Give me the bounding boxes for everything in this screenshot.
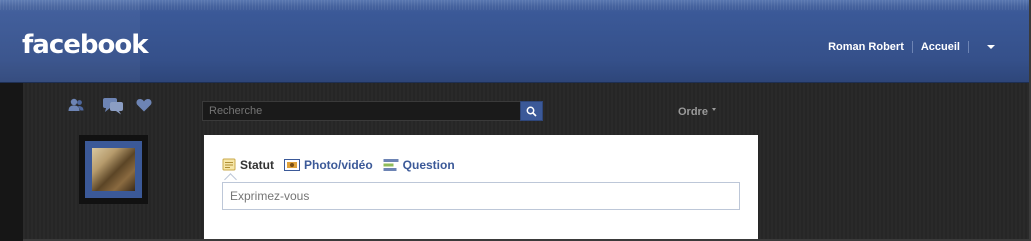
feed-sort-label: Ordre (678, 106, 708, 118)
facebook-logo[interactable]: facebook (22, 30, 149, 60)
tab-status[interactable]: Statut (222, 158, 274, 172)
search-input[interactable] (202, 101, 520, 121)
search-button[interactable] (520, 101, 543, 121)
tab-question[interactable]: Question (383, 158, 455, 172)
tab-question-label: Question (402, 158, 455, 172)
status-input[interactable] (222, 182, 740, 210)
notifications-icon[interactable] (136, 98, 152, 112)
composer-tabs: Statut Photo/vidéo Question (222, 158, 465, 172)
nav-separator (968, 41, 969, 53)
profile-picture-border (85, 141, 142, 198)
top-bar: facebook Roman Robert Accueil (0, 0, 1031, 83)
top-bar-texture (0, 0, 1031, 10)
logo-block[interactable]: facebook (0, 0, 149, 82)
photo-icon (284, 159, 300, 171)
left-margin (0, 83, 23, 241)
tab-photo-video-label: Photo/vidéo (304, 158, 373, 172)
tab-photo-video[interactable]: Photo/vidéo (284, 158, 373, 172)
question-icon (383, 159, 399, 171)
search-box (202, 101, 543, 121)
top-nav: Roman Robert Accueil (828, 40, 995, 54)
messages-icon[interactable] (102, 97, 124, 115)
home-link[interactable]: Accueil (921, 41, 960, 53)
profile-picture[interactable] (79, 135, 148, 204)
friends-icon[interactable] (68, 98, 84, 112)
nav-separator (911, 41, 913, 53)
account-menu-chevron-down-icon[interactable] (987, 45, 995, 49)
chevron-down-icon (711, 108, 716, 111)
profile-link[interactable]: Roman Robert (828, 41, 904, 53)
tab-status-label: Statut (240, 158, 274, 172)
avatar[interactable] (92, 148, 135, 191)
search-icon (526, 106, 537, 117)
status-icon (222, 158, 236, 171)
status-composer: Statut Photo/vidéo Question (204, 135, 758, 241)
feed-sort-dropdown[interactable]: Ordre (678, 106, 716, 118)
